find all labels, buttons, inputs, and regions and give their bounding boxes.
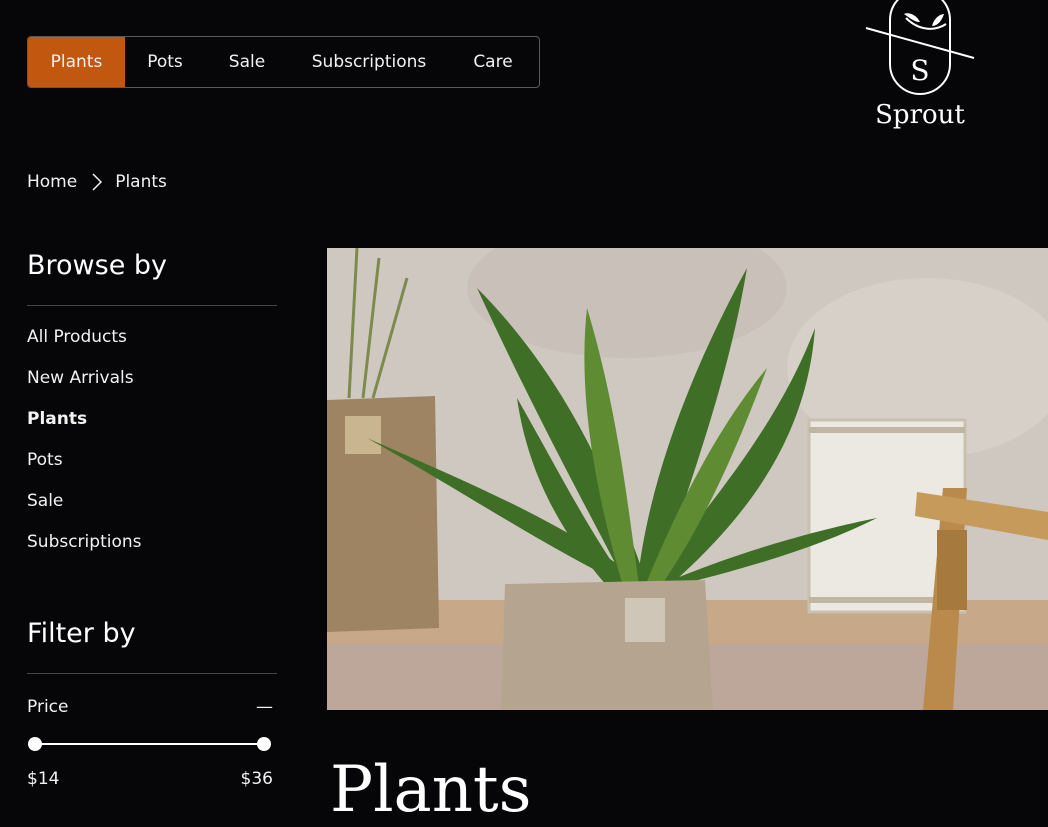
browse-heading: Browse by (27, 250, 168, 281)
nav-sale[interactable]: Sale (205, 37, 289, 87)
category-list: All Products New Arrivals Plants Pots Sa… (27, 325, 141, 571)
category-pots[interactable]: Pots (27, 448, 141, 489)
page-title: Plants (330, 753, 532, 827)
category-sale[interactable]: Sale (27, 489, 141, 530)
nav-care[interactable]: Care (449, 37, 537, 87)
price-range-values: $14 $36 (27, 769, 273, 789)
price-range-slider[interactable] (27, 735, 273, 753)
category-subscriptions[interactable]: Subscriptions (27, 530, 141, 571)
price-label: Price (27, 697, 69, 717)
divider (27, 673, 277, 674)
hero-image (327, 248, 1048, 710)
main-nav: Plants Pots Sale Subscriptions Care (27, 36, 540, 88)
breadcrumb: Home Plants (27, 172, 167, 192)
price-min: $14 (27, 769, 60, 789)
category-plants[interactable]: Plants (27, 407, 141, 448)
chevron-right-icon (91, 172, 103, 192)
category-new-arrivals[interactable]: New Arrivals (27, 366, 141, 407)
nav-pots[interactable]: Pots (125, 37, 205, 87)
category-all-products[interactable]: All Products (27, 325, 141, 366)
slider-track (35, 743, 265, 745)
breadcrumb-home[interactable]: Home (27, 172, 77, 192)
nav-plants[interactable]: Plants (28, 37, 125, 87)
breadcrumb-current: Plants (115, 172, 167, 192)
divider (27, 305, 277, 306)
nav-subscriptions[interactable]: Subscriptions (289, 37, 449, 87)
slider-max-handle[interactable] (257, 737, 271, 751)
brand-name: Sprout (875, 100, 965, 130)
price-filter-header[interactable]: Price — (27, 697, 273, 717)
price-max: $36 (240, 769, 273, 789)
logo-monogram: S (910, 54, 929, 87)
collapse-toggle-icon[interactable]: — (256, 697, 273, 717)
slider-min-handle[interactable] (28, 737, 42, 751)
filter-heading: Filter by (27, 618, 136, 649)
